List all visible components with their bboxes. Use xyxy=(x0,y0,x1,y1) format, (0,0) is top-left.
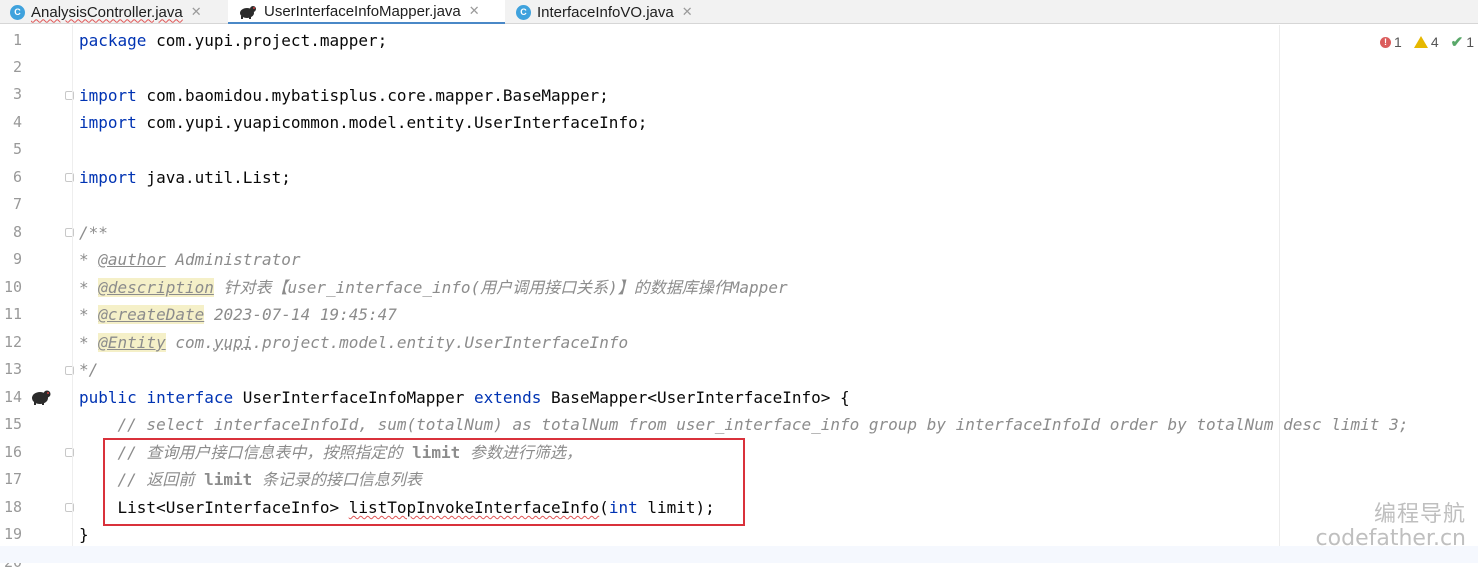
error-count[interactable]: ! 1 xyxy=(1380,33,1402,51)
tab-label: AnalysisController.java xyxy=(31,3,183,21)
current-line-highlight xyxy=(0,546,1478,563)
keyword: extends xyxy=(473,388,542,407)
line-number: 10 xyxy=(3,278,22,296)
code-line: import java.util.List; xyxy=(79,164,291,191)
javadoc-tag: @author xyxy=(98,250,166,269)
tab-interface-info-vo[interactable]: C InterfaceInfoVO.java ✕ xyxy=(516,0,693,24)
weak-warning-count[interactable]: ✔ 1 xyxy=(1451,33,1474,51)
line-number: 13 xyxy=(3,360,22,378)
close-icon[interactable]: ✕ xyxy=(682,4,693,20)
javadoc-tag: @createDate xyxy=(98,305,205,324)
line-number: 17 xyxy=(3,470,22,488)
comment-text: * xyxy=(79,305,99,324)
close-icon[interactable]: ✕ xyxy=(469,3,480,19)
line-number: 1 xyxy=(12,31,22,49)
watermark-url: codefather.cn xyxy=(1315,526,1466,551)
warning-icon xyxy=(1413,36,1428,48)
code-line: * @description 针对表【user_interface_info(用… xyxy=(79,274,788,301)
code-line: // select interfaceInfoId, sum(totalNum)… xyxy=(79,415,1409,434)
line-number: 7 xyxy=(12,195,22,213)
line-number: 19 xyxy=(3,525,22,543)
line-number: 16 xyxy=(3,443,22,461)
right-margin-guide xyxy=(1279,25,1280,563)
line-number-gutter: 1 2 3 4 5 6 7 8 9 10 11 12 13 14 15 16 1… xyxy=(0,25,74,571)
line-number: 6 xyxy=(12,168,22,186)
warning-count[interactable]: 4 xyxy=(1413,33,1439,51)
code-line: public interface UserInterfaceInfoMapper… xyxy=(79,384,850,411)
javadoc-tag: @Entity xyxy=(98,333,166,352)
code-line: * @createDate 2023-07-14 19:45:47 xyxy=(79,301,397,328)
comment-text: com. xyxy=(165,333,214,352)
keyword: package xyxy=(79,31,147,50)
mybatis-mapper-icon[interactable] xyxy=(30,389,52,405)
line-number: 18 xyxy=(3,498,22,516)
code-line: */ xyxy=(79,360,99,379)
code-text: BaseMapper<UserInterfaceInfo> { xyxy=(541,388,850,407)
javadoc-tag: @description xyxy=(98,278,214,297)
tab-analysis-controller[interactable]: C AnalysisController.java ✕ xyxy=(10,0,202,24)
comment-text: yupi xyxy=(213,333,253,352)
error-icon: ! xyxy=(1380,36,1392,48)
line-number: 9 xyxy=(12,250,22,268)
code-line: package com.yupi.project.mapper; xyxy=(79,27,387,54)
comment-text: 针对表【user_interface_info(用户调用接口关系)】的数据库操作… xyxy=(213,278,788,297)
line-number: 11 xyxy=(3,305,22,323)
code-line: * @author Administrator xyxy=(79,246,301,273)
code-text: java.util.List; xyxy=(136,168,291,187)
check-icon: ✔ xyxy=(1450,34,1464,51)
comment-text: * xyxy=(79,250,99,269)
comment-text: * xyxy=(79,278,99,297)
keyword: interface xyxy=(146,388,234,407)
inspection-widget[interactable]: ! 1 4 ✔ 1 xyxy=(1380,33,1478,51)
line-number: 12 xyxy=(3,333,22,351)
tab-label: InterfaceInfoVO.java xyxy=(537,3,674,21)
line-number: 14 xyxy=(3,388,22,406)
code-text: com.yupi.yuapicommon.model.entity.UserIn… xyxy=(136,113,648,132)
code-line: } xyxy=(79,525,89,544)
line-number: 15 xyxy=(3,415,22,433)
highlight-box xyxy=(103,438,745,526)
comment-text: Administrator xyxy=(165,250,301,269)
editor-tab-bar: C AnalysisController.java ✕ UserInterfac… xyxy=(0,0,1478,24)
tab-user-interface-info-mapper[interactable]: UserInterfaceInfoMapper.java ✕ xyxy=(228,0,505,24)
close-icon[interactable]: ✕ xyxy=(191,4,202,20)
comment-text: 2023-07-14 19:45:47 xyxy=(204,305,397,324)
class-icon: C xyxy=(10,4,25,20)
tab-label: UserInterfaceInfoMapper.java xyxy=(264,2,461,20)
mapper-icon xyxy=(240,5,256,19)
comment-text: * xyxy=(79,333,99,352)
code-line: import com.yupi.yuapicommon.model.entity… xyxy=(79,109,647,136)
code-text: com.yupi.project.mapper; xyxy=(146,31,388,50)
line-number: 2 xyxy=(12,58,22,76)
keyword: import xyxy=(79,86,137,105)
line-number: 5 xyxy=(12,140,22,158)
line-number: 4 xyxy=(12,113,22,131)
line-number: 3 xyxy=(12,85,22,103)
comment-text: .project.model.entity.UserInterfaceInfo xyxy=(252,333,629,352)
code-text: com.baomidou.mybatisplus.core.mapper.Bas… xyxy=(136,86,609,105)
keyword: public xyxy=(79,388,137,407)
watermark-title: 编程导航 xyxy=(1373,502,1466,527)
class-icon: C xyxy=(516,4,531,20)
code-line: * @Entity com.yupi.project.model.entity.… xyxy=(79,329,628,356)
gutter-separator xyxy=(72,25,73,563)
code-text: UserInterfaceInfoMapper xyxy=(233,388,474,407)
code-line: import com.baomidou.mybatisplus.core.map… xyxy=(79,82,609,109)
code-line: /** xyxy=(79,223,108,242)
line-number: 8 xyxy=(12,223,22,241)
keyword: import xyxy=(79,113,137,132)
keyword: import xyxy=(79,168,137,187)
